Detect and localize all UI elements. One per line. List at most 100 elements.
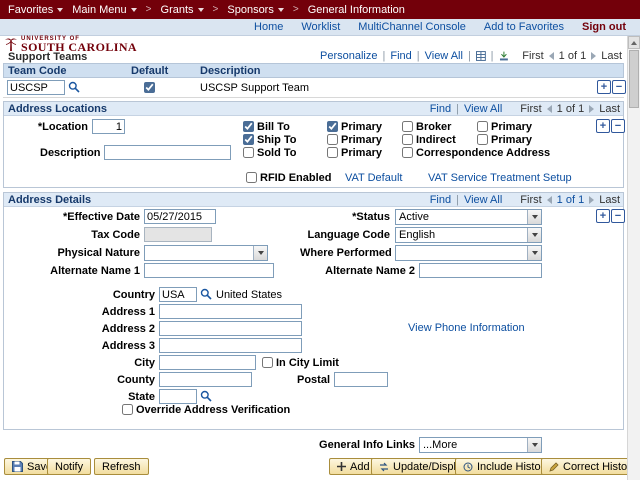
lookup-icon[interactable] bbox=[68, 81, 80, 93]
pager-last[interactable]: Last bbox=[599, 194, 620, 206]
alternate-name-2-input[interactable] bbox=[419, 263, 542, 278]
add-to-favorites-link[interactable]: Add to Favorites bbox=[484, 21, 564, 33]
sold-primary-checkbox[interactable] bbox=[327, 147, 338, 158]
pager-prev-icon[interactable] bbox=[547, 196, 552, 204]
breadcrumb-sponsors[interactable]: Sponsors bbox=[227, 4, 283, 16]
view-phone-information-link[interactable]: View Phone Information bbox=[408, 322, 525, 334]
view-all-link[interactable]: View All bbox=[464, 194, 502, 206]
add-row-button[interactable]: + bbox=[596, 209, 610, 223]
bill-primary-checkbox[interactable] bbox=[327, 121, 338, 132]
description-input[interactable] bbox=[104, 145, 231, 160]
breadcrumb-separator: > bbox=[213, 4, 219, 15]
utility-nav-bar: Home Worklist MultiChannel Console Add t… bbox=[0, 19, 640, 36]
pager-next-icon[interactable] bbox=[589, 196, 594, 204]
multichannel-console-link[interactable]: MultiChannel Console bbox=[358, 21, 466, 33]
indirect-checkbox[interactable] bbox=[402, 134, 413, 145]
pager-last[interactable]: Last bbox=[601, 50, 622, 62]
breadcrumb-main-menu[interactable]: Main Menu bbox=[72, 4, 136, 16]
refresh-button[interactable]: Refresh bbox=[94, 458, 149, 475]
pager-prev-icon[interactable] bbox=[547, 105, 552, 113]
vertical-scrollbar[interactable] bbox=[627, 36, 640, 480]
pager-last[interactable]: Last bbox=[599, 103, 620, 115]
address-2-input[interactable] bbox=[159, 321, 302, 336]
indirect-primary-label: Primary bbox=[491, 134, 532, 146]
postal-input[interactable] bbox=[334, 372, 388, 387]
sold-to-checkbox[interactable] bbox=[243, 147, 254, 158]
broker-checkbox[interactable] bbox=[402, 121, 413, 132]
pager-next-icon[interactable] bbox=[591, 52, 596, 60]
remove-row-button[interactable]: − bbox=[611, 119, 625, 133]
pager-first[interactable]: First bbox=[522, 50, 543, 62]
separator: | bbox=[456, 194, 459, 206]
correspondence-checkbox[interactable] bbox=[402, 147, 413, 158]
general-info-links-label: General Info Links bbox=[300, 439, 415, 451]
broker-primary-checkbox[interactable] bbox=[477, 121, 488, 132]
breadcrumb-general-information[interactable]: General Information bbox=[308, 4, 405, 16]
view-all-link[interactable]: View All bbox=[425, 50, 463, 62]
caret-down-icon bbox=[278, 8, 284, 12]
country-input[interactable] bbox=[159, 287, 197, 302]
view-all-link[interactable]: View All bbox=[464, 103, 502, 115]
ship-to-checkbox[interactable] bbox=[243, 134, 254, 145]
language-code-label: Language Code bbox=[300, 229, 390, 241]
broker-primary-label: Primary bbox=[491, 121, 532, 133]
personalize-link[interactable]: Personalize bbox=[320, 50, 377, 62]
city-input[interactable] bbox=[159, 355, 256, 370]
address-locations-header-right: Find | View All First 1 of 1 Last bbox=[380, 103, 620, 115]
description-label: Description bbox=[40, 147, 100, 159]
correct-history-button[interactable]: Correct History bbox=[541, 458, 640, 475]
scrollbar-up-icon[interactable] bbox=[628, 36, 640, 49]
correct-history-icon bbox=[549, 462, 559, 472]
location-input[interactable] bbox=[92, 119, 125, 134]
status-select[interactable]: Active bbox=[395, 209, 542, 225]
remove-row-button[interactable]: − bbox=[612, 80, 626, 94]
home-link[interactable]: Home bbox=[254, 21, 283, 33]
remove-row-button[interactable]: − bbox=[611, 209, 625, 223]
download-icon[interactable] bbox=[499, 51, 509, 61]
add-row-button[interactable]: + bbox=[596, 119, 610, 133]
effective-date-input[interactable] bbox=[144, 209, 216, 224]
sign-out-link[interactable]: Sign out bbox=[582, 21, 626, 33]
county-input[interactable] bbox=[159, 372, 252, 387]
breadcrumb-separator: > bbox=[293, 4, 299, 15]
ship-primary-checkbox[interactable] bbox=[327, 134, 338, 145]
lookup-icon[interactable] bbox=[200, 288, 212, 300]
scrollbar-thumb[interactable] bbox=[629, 50, 639, 108]
lookup-icon[interactable] bbox=[200, 390, 212, 402]
column-header-team-code: Team Code bbox=[8, 65, 66, 77]
indirect-primary-checkbox[interactable] bbox=[477, 134, 488, 145]
vat-service-treatment-setup-link[interactable]: VAT Service Treatment Setup bbox=[428, 172, 572, 184]
general-info-links-value: ...More bbox=[423, 439, 457, 451]
country-display-text: United States bbox=[216, 289, 282, 301]
state-input[interactable] bbox=[159, 389, 197, 404]
find-link[interactable]: Find bbox=[430, 103, 451, 115]
rfid-enabled-checkbox[interactable] bbox=[246, 172, 257, 183]
default-checkbox[interactable] bbox=[144, 82, 155, 93]
pager-first[interactable]: First bbox=[520, 194, 541, 206]
language-code-select[interactable]: English bbox=[395, 227, 542, 243]
find-link[interactable]: Find bbox=[430, 194, 451, 206]
override-address-verification-checkbox[interactable] bbox=[122, 404, 133, 415]
in-city-limit-checkbox[interactable] bbox=[262, 357, 273, 368]
where-performed-select[interactable] bbox=[395, 245, 542, 261]
grid-icon[interactable] bbox=[476, 51, 486, 61]
pager-prev-icon[interactable] bbox=[549, 52, 554, 60]
find-link[interactable]: Find bbox=[390, 50, 411, 62]
breadcrumb-favorites[interactable]: Favorites bbox=[8, 4, 63, 16]
notify-label: Notify bbox=[55, 461, 83, 473]
breadcrumb-grants[interactable]: Grants bbox=[161, 4, 204, 16]
physical-nature-select[interactable] bbox=[144, 245, 268, 261]
support-teams-table-row bbox=[3, 78, 624, 98]
general-info-links-select[interactable]: ...More bbox=[419, 437, 542, 453]
worklist-link[interactable]: Worklist bbox=[301, 21, 340, 33]
address-3-input[interactable] bbox=[159, 338, 302, 353]
bill-to-checkbox[interactable] bbox=[243, 121, 254, 132]
pager-next-icon[interactable] bbox=[589, 105, 594, 113]
pager-first[interactable]: First bbox=[520, 103, 541, 115]
add-row-button[interactable]: + bbox=[597, 80, 611, 94]
team-code-input[interactable] bbox=[7, 80, 65, 95]
notify-button[interactable]: Notify bbox=[47, 458, 91, 475]
address-1-input[interactable] bbox=[159, 304, 302, 319]
alternate-name-1-input[interactable] bbox=[144, 263, 274, 278]
vat-default-link[interactable]: VAT Default bbox=[345, 172, 402, 184]
